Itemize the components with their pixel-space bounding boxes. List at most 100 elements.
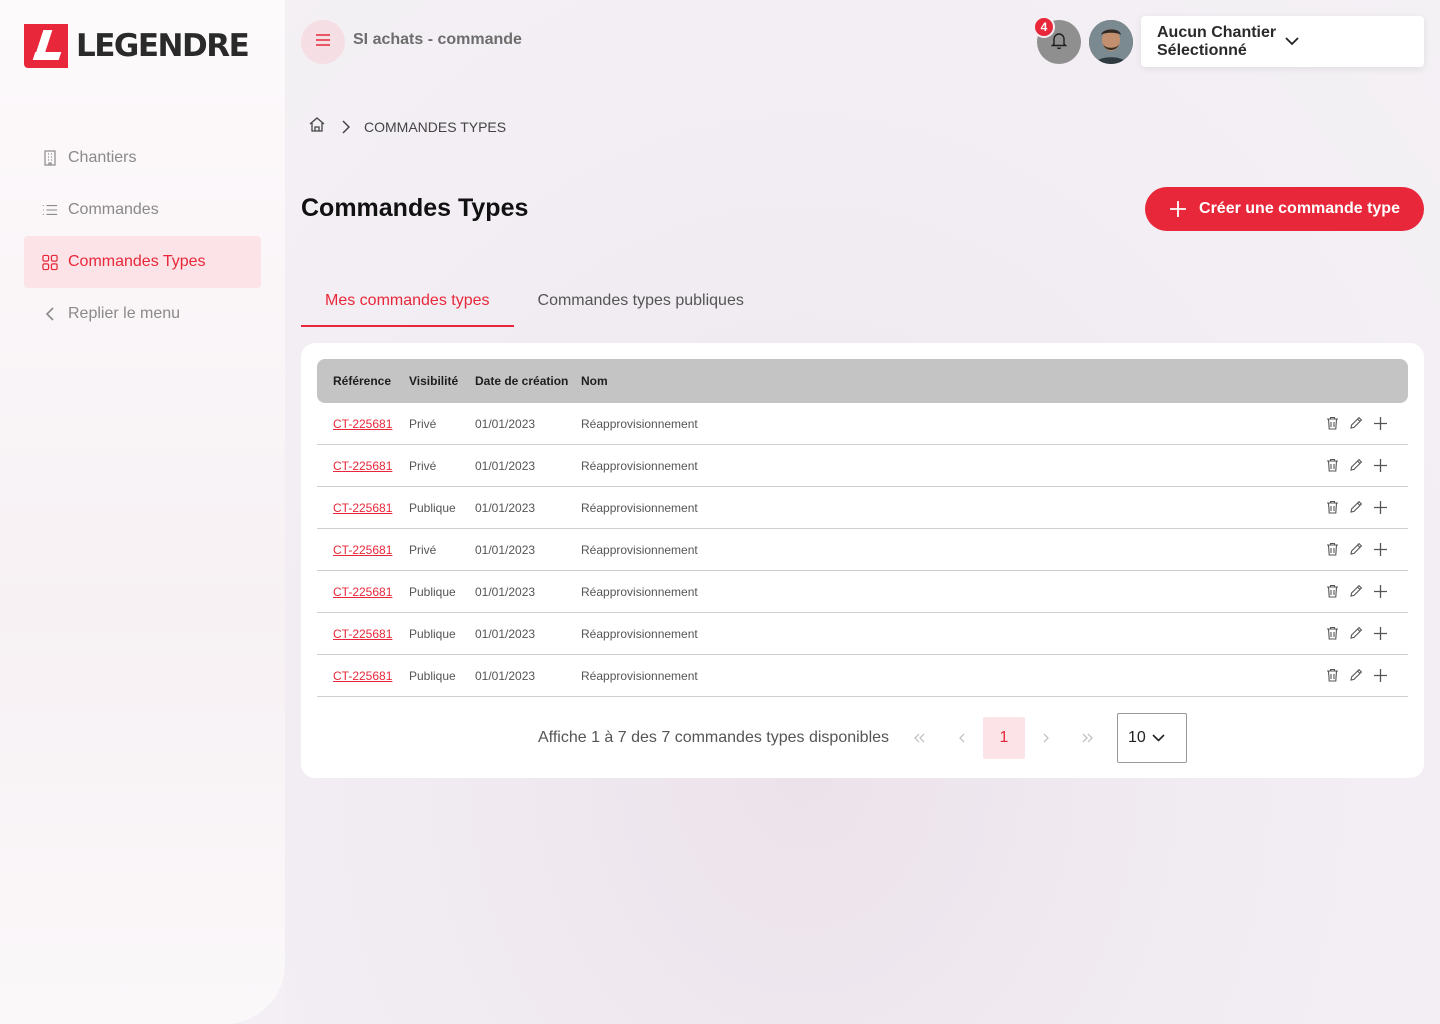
trash-icon[interactable]: [1324, 499, 1340, 515]
edit-icon[interactable]: [1348, 583, 1364, 599]
add-icon[interactable]: [1372, 667, 1388, 683]
per-page-value: 10: [1128, 729, 1146, 746]
brand-name: LEGENDRE: [76, 28, 250, 64]
name-cell: Réapprovisionnement: [581, 669, 698, 683]
next-page-button[interactable]: [1025, 717, 1067, 759]
chevron-down-icon: [1284, 33, 1411, 51]
trash-icon[interactable]: [1324, 541, 1340, 557]
sidebar-item-chantiers[interactable]: Chantiers: [24, 132, 261, 184]
row-actions: [1324, 583, 1388, 599]
table-row: CT-225681 Publique 01/01/2023 Réapprovision…: [317, 487, 1408, 529]
name-cell: Réapprovisionnement: [581, 585, 698, 599]
table-row: CT-225681 Privé 01/01/2023 Réapprovisionnem…: [317, 403, 1408, 445]
breadcrumb: COMMANDES TYPES: [308, 117, 506, 137]
create-command-type-button[interactable]: Créer une commande type: [1145, 187, 1424, 231]
add-icon[interactable]: [1372, 541, 1388, 557]
reference-link[interactable]: CT-225681: [333, 585, 392, 599]
notification-badge: 4: [1033, 16, 1055, 38]
row-actions: [1324, 625, 1388, 641]
table-row: CT-225681 Publique 01/01/2023 Réapprovision…: [317, 571, 1408, 613]
page-button-current[interactable]: 1: [983, 717, 1025, 759]
visibility-cell: Publique: [409, 585, 456, 599]
name-cell: Réapprovisionnement: [581, 417, 698, 431]
menu-toggle-button[interactable]: [301, 20, 345, 64]
table-row: CT-225681 Privé 01/01/2023 Réapprovisionnem…: [317, 529, 1408, 571]
reference-link[interactable]: CT-225681: [333, 417, 392, 431]
sidebar-item-collapse[interactable]: Replier le menu: [24, 288, 261, 340]
sidebar-item-commandes-types[interactable]: Commandes Types: [24, 236, 261, 288]
edit-icon[interactable]: [1348, 625, 1364, 641]
page-title: Commandes Types: [301, 194, 529, 222]
add-icon[interactable]: [1372, 499, 1388, 515]
sidebar-item-label: Replier le menu: [68, 305, 181, 322]
chevron-left-icon: [42, 306, 58, 322]
chevron-down-icon: [1152, 734, 1176, 742]
date-cell: 01/01/2023: [475, 543, 536, 557]
double-chevron-right-icon: [1082, 730, 1094, 747]
reference-link[interactable]: CT-225681: [333, 543, 392, 557]
table-header: Référence Visibilité Date de création No…: [317, 359, 1408, 403]
plus-icon: [1169, 200, 1187, 218]
visibility-cell: Publique: [409, 501, 456, 515]
add-icon[interactable]: [1372, 415, 1388, 431]
date-cell: 01/01/2023: [475, 585, 536, 599]
visibility-cell: Privé: [409, 417, 437, 431]
date-cell: 01/01/2023: [475, 501, 536, 515]
trash-icon[interactable]: [1324, 457, 1340, 473]
edit-icon[interactable]: [1348, 499, 1364, 515]
row-actions: [1324, 541, 1388, 557]
visibility-cell: Publique: [409, 627, 456, 641]
sidebar-item-label: Commandes Types: [68, 253, 206, 270]
chevron-left-icon: [959, 730, 965, 747]
pagination: Affiche 1 à 7 des 7 commandes types disp…: [301, 713, 1424, 763]
add-icon[interactable]: [1372, 457, 1388, 473]
trash-icon[interactable]: [1324, 625, 1340, 641]
sidebar-item-commandes[interactable]: Commandes: [24, 184, 261, 236]
avatar[interactable]: [1089, 20, 1133, 64]
tab-mes-commandes-types[interactable]: Mes commandes types: [301, 282, 514, 327]
visibility-cell: Privé: [409, 459, 437, 473]
row-actions: [1324, 415, 1388, 431]
trash-icon[interactable]: [1324, 583, 1340, 599]
table-row: CT-225681 Privé 01/01/2023 Réapprovisionnem…: [317, 445, 1408, 487]
trash-icon[interactable]: [1324, 667, 1340, 683]
column-header-visibility[interactable]: Visibilité: [409, 374, 458, 388]
brand-logo[interactable]: LEGENDRE: [24, 24, 250, 68]
reference-link[interactable]: CT-225681: [333, 501, 392, 515]
pagination-info: Affiche 1 à 7 des 7 commandes types disp…: [538, 729, 890, 746]
edit-icon[interactable]: [1348, 541, 1364, 557]
first-page-button[interactable]: [899, 717, 941, 759]
table-row: CT-225681 Publique 01/01/2023 Réapprovision…: [317, 613, 1408, 655]
edit-icon[interactable]: [1348, 457, 1364, 473]
tab-commandes-types-publiques[interactable]: Commandes types publiques: [514, 282, 768, 327]
add-icon[interactable]: [1372, 625, 1388, 641]
table-body: CT-225681 Privé 01/01/2023 Réapprovisionnem…: [317, 403, 1408, 697]
name-cell: Réapprovisionnement: [581, 459, 698, 473]
grid-icon: [42, 254, 58, 270]
reference-link[interactable]: CT-225681: [333, 459, 392, 473]
per-page-select[interactable]: 10: [1117, 713, 1187, 763]
sidebar-item-label: Commandes: [68, 201, 159, 218]
column-header-date[interactable]: Date de création: [475, 374, 568, 388]
date-cell: 01/01/2023: [475, 627, 536, 641]
add-icon[interactable]: [1372, 583, 1388, 599]
create-button-label: Créer une commande type: [1199, 200, 1400, 217]
edit-icon[interactable]: [1348, 667, 1364, 683]
last-page-button[interactable]: [1067, 717, 1109, 759]
row-actions: [1324, 499, 1388, 515]
name-cell: Réapprovisionnement: [581, 627, 698, 641]
tabs: Mes commandes types Commandes types publ…: [301, 282, 768, 327]
home-icon[interactable]: [308, 116, 326, 138]
app-title: SI achats - commande: [353, 31, 522, 48]
previous-page-button[interactable]: [941, 717, 983, 759]
edit-icon[interactable]: [1348, 415, 1364, 431]
site-select-dropdown[interactable]: Aucun Chantier Sélectionné: [1141, 16, 1424, 67]
column-header-name[interactable]: Nom: [581, 374, 608, 388]
reference-link[interactable]: CT-225681: [333, 669, 392, 683]
trash-icon[interactable]: [1324, 415, 1340, 431]
chevron-right-icon: [342, 120, 350, 134]
column-header-reference[interactable]: Référence: [333, 374, 391, 388]
reference-link[interactable]: CT-225681: [333, 627, 392, 641]
table-row: CT-225681 Publique 01/01/2023 Réapprovision…: [317, 655, 1408, 697]
sidebar-item-label: Chantiers: [68, 149, 137, 166]
